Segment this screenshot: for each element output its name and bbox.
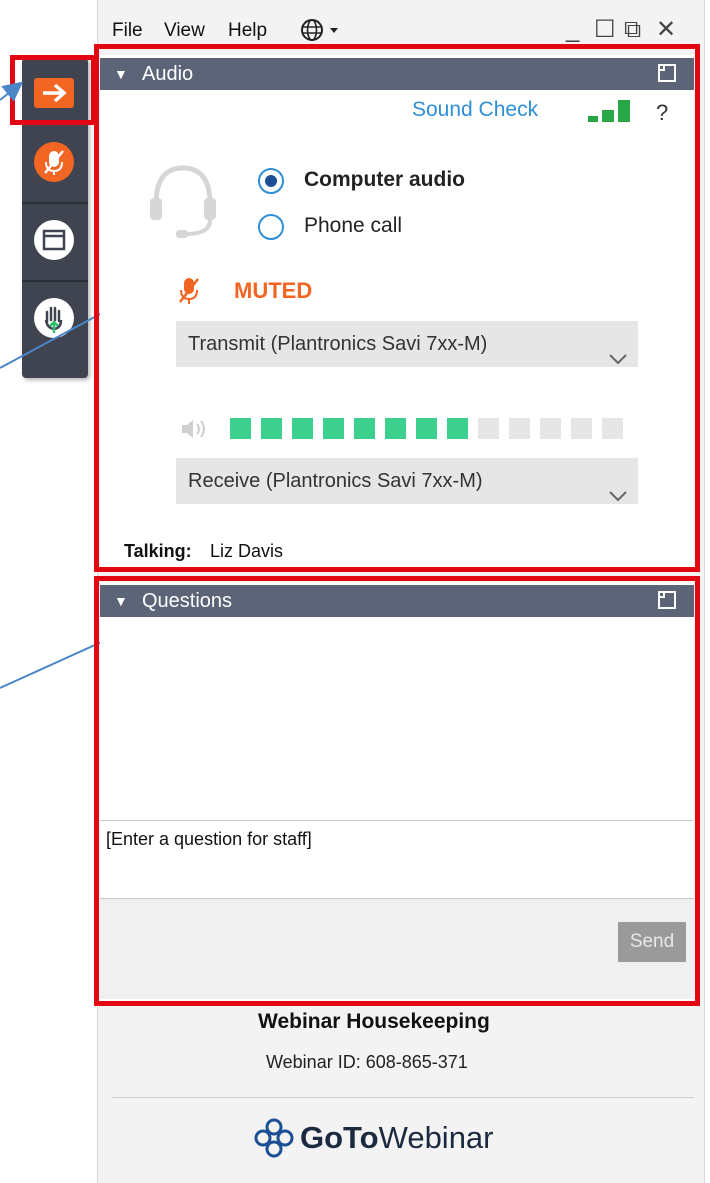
highlight-questions-panel [94,576,700,1006]
highlight-audio-panel [94,44,700,572]
gotowebinar-logo-text: GoToWebinar [300,1120,494,1155]
webinar-title: Webinar Housekeeping [258,1010,490,1033]
webinar-id: Webinar ID: 608-865-371 [266,1052,468,1072]
divider [112,1097,694,1098]
gotowebinar-logo-icon [254,1118,294,1163]
